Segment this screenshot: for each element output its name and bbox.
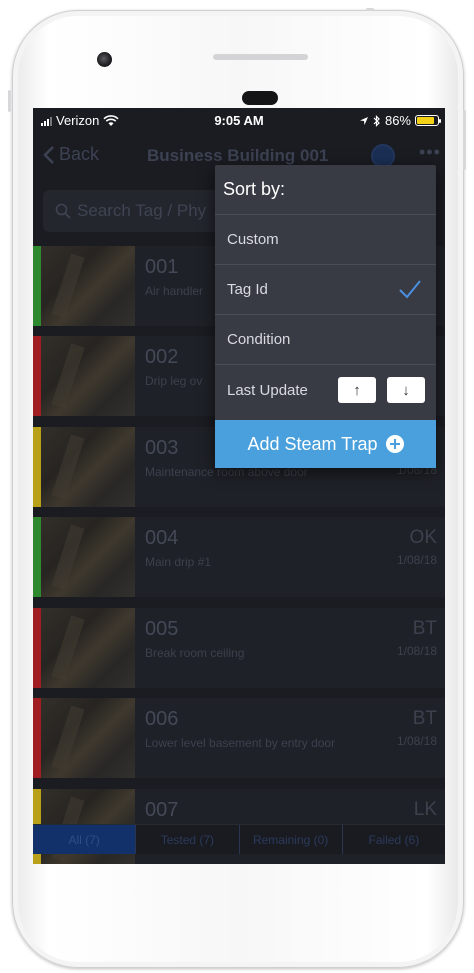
- sort-option-label: Custom: [227, 231, 279, 248]
- tab-all[interactable]: All (7): [33, 825, 137, 854]
- trap-description: Main drip #1: [145, 555, 212, 569]
- front-camera: [97, 52, 112, 67]
- status-stripe: [33, 698, 41, 778]
- app-screen: Verizon 9:05 AM 86% Back Business Buildi…: [33, 108, 445, 864]
- battery-icon: [415, 115, 441, 126]
- tab-failed[interactable]: Failed (6): [343, 825, 445, 854]
- sort-option-custom[interactable]: Custom: [215, 215, 436, 265]
- page-title: Business Building 001: [147, 146, 329, 165]
- tab-remaining[interactable]: Remaining (0): [240, 825, 343, 854]
- trap-date: 1/08/18: [396, 553, 437, 567]
- speaker-slot: [213, 54, 308, 60]
- status-stripe: [33, 608, 41, 688]
- status-stripe: [33, 517, 41, 597]
- battery-percent: 86%: [384, 113, 411, 128]
- add-steam-trap-label: Add Steam Trap: [247, 433, 378, 454]
- sort-ascending-button[interactable]: ↑: [338, 377, 376, 403]
- trap-tag: 006: [145, 708, 179, 730]
- sort-header: Sort by:: [215, 165, 436, 215]
- bluetooth-icon: [373, 114, 380, 127]
- tab-tested[interactable]: Tested (7): [136, 825, 240, 854]
- trap-tag: 002: [145, 346, 179, 368]
- trap-photo: [41, 246, 135, 326]
- trap-photo: [41, 336, 135, 416]
- table-row[interactable]: 005 Break room ceiling BT 1/08/18: [33, 608, 445, 688]
- battery-level-fill: [417, 117, 435, 124]
- top-button: [366, 8, 374, 11]
- trap-description: Lower level basement by entry door: [145, 736, 336, 750]
- status-stripe: [33, 336, 41, 416]
- filter-tab-bar: All (7) Tested (7) Remaining (0) Failed …: [33, 824, 445, 854]
- sort-option-last-update[interactable]: Last Update ↑ ↓: [215, 365, 436, 415]
- chevron-left-icon: [43, 145, 54, 164]
- trap-tag: 003: [145, 437, 179, 459]
- search-icon: [55, 203, 71, 219]
- sort-option-condition[interactable]: Condition: [215, 315, 436, 365]
- sort-option-label: Tag Id: [227, 281, 268, 298]
- more-options-button[interactable]: •••: [419, 142, 441, 163]
- trap-tag: 007: [145, 799, 179, 821]
- sort-option-tag-id[interactable]: Tag Id: [215, 265, 436, 315]
- trap-condition: BT: [412, 708, 437, 729]
- trap-photo: [41, 698, 135, 778]
- trap-condition: OK: [409, 527, 437, 548]
- status-right-group: 86%: [359, 113, 441, 128]
- trap-photo: [41, 427, 135, 507]
- trap-photo: [41, 608, 135, 688]
- sort-option-label: Last Update: [227, 381, 308, 399]
- trap-description: Break room ceiling: [145, 646, 245, 660]
- status-stripe: [33, 246, 41, 326]
- add-steam-trap-button[interactable]: Add Steam Trap: [215, 420, 436, 468]
- trap-tag: 005: [145, 618, 179, 640]
- back-label: Back: [59, 144, 100, 164]
- trap-condition: LK: [413, 799, 437, 820]
- trap-tag: 001: [145, 256, 179, 278]
- trap-date: 1/08/18: [396, 734, 437, 748]
- sort-option-label: Condition: [227, 331, 291, 348]
- trap-condition: BT: [412, 618, 437, 639]
- location-arrow-icon: [359, 116, 368, 125]
- status-stripe: [33, 427, 41, 507]
- side-button-right: [463, 110, 466, 170]
- plus-circle-icon: [385, 435, 404, 453]
- table-row[interactable]: 006 Lower level basement by entry door B…: [33, 698, 445, 778]
- checkmark-icon: [399, 280, 421, 299]
- back-button[interactable]: Back: [43, 144, 99, 165]
- table-row[interactable]: 004 Main drip #1 OK 1/08/18: [33, 517, 445, 597]
- trap-photo: [41, 517, 135, 597]
- side-button-left: [8, 90, 11, 112]
- status-bar: Verizon 9:05 AM 86%: [33, 108, 445, 134]
- trap-tag: 004: [145, 527, 179, 549]
- sort-descending-button[interactable]: ↓: [387, 377, 425, 403]
- trap-date: 1/08/18: [396, 644, 437, 658]
- earpiece: [242, 91, 278, 105]
- search-placeholder: Search Tag / Phy: [77, 201, 207, 220]
